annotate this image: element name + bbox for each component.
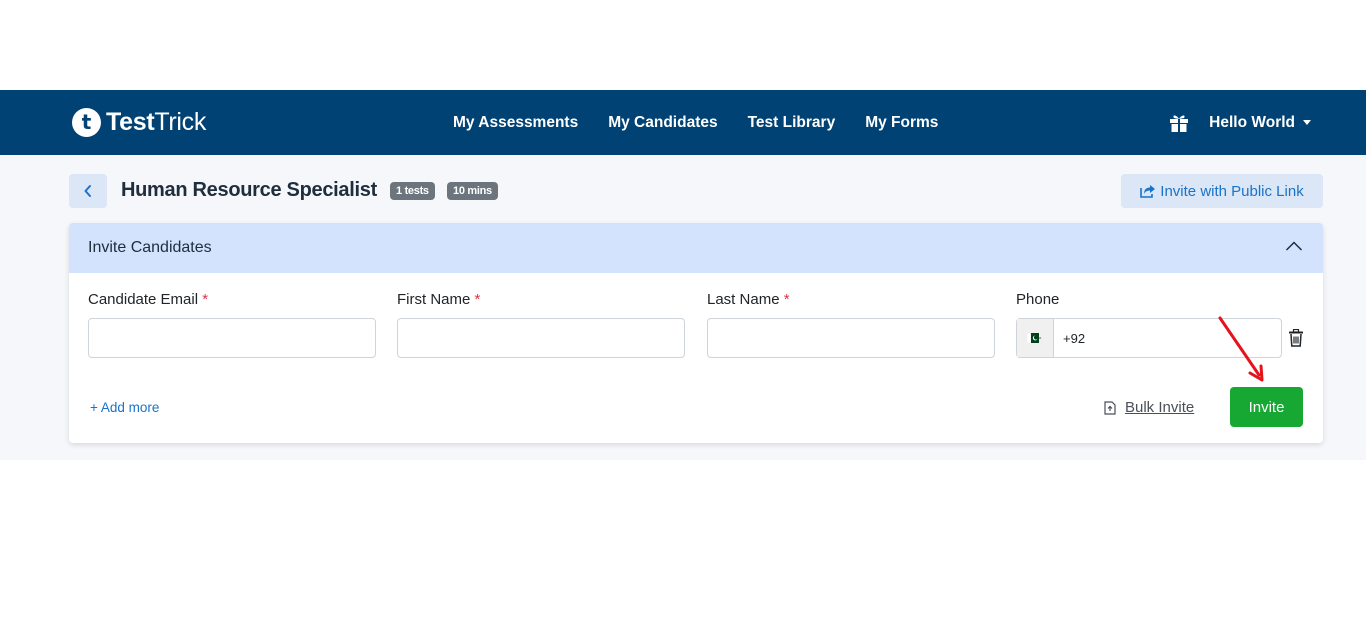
bulk-invite-label: Bulk Invite	[1125, 399, 1195, 416]
pk-flag-icon	[1027, 333, 1042, 343]
nav-my-forms[interactable]: My Forms	[865, 114, 938, 132]
invite-button[interactable]: Invite	[1230, 387, 1303, 427]
invite-public-link-button[interactable]: Invite with Public Link	[1121, 174, 1323, 208]
country-code-select[interactable]	[1017, 319, 1054, 357]
email-label: Candidate Email *	[88, 291, 209, 308]
logo-wordmark: TestTrick	[106, 107, 207, 136]
red-arrow-annotation-icon	[1218, 316, 1264, 382]
nav-right: Hello World	[1169, 90, 1311, 155]
chevron-left-icon	[84, 185, 91, 197]
tests-count-badge: 1 tests	[390, 182, 435, 200]
invite-candidates-card: Invite Candidates Candidate Email * Firs…	[69, 223, 1323, 443]
nav-test-library[interactable]: Test Library	[748, 114, 836, 132]
invite-public-link-label: Invite with Public Link	[1160, 182, 1304, 200]
user-menu-dropdown[interactable]: Hello World	[1209, 114, 1311, 132]
page-title: Human Resource Specialist	[121, 179, 377, 201]
last-name-field[interactable]	[707, 318, 995, 358]
invite-card-header[interactable]: Invite Candidates	[69, 223, 1323, 273]
add-more-link[interactable]: + Add more	[90, 400, 159, 415]
phone-label: Phone	[1016, 291, 1060, 308]
first-name-label: First Name *	[397, 291, 481, 308]
user-name: Hello World	[1209, 113, 1295, 131]
nav-my-assessments[interactable]: My Assessments	[453, 114, 578, 132]
bulk-invite-link[interactable]: Bulk Invite	[1104, 399, 1194, 416]
candidate-email-field[interactable]	[88, 318, 376, 358]
share-external-icon	[1140, 185, 1156, 198]
logo-mark-icon: t	[72, 107, 101, 137]
nav-my-candidates[interactable]: My Candidates	[608, 114, 717, 132]
file-upload-icon	[1104, 400, 1116, 415]
main-nav: My Assessments My Candidates Test Librar…	[453, 90, 968, 155]
testtrick-logo[interactable]: t TestTrick	[72, 107, 206, 137]
invite-card-title: Invite Candidates	[88, 239, 212, 256]
gift-icon[interactable]	[1169, 113, 1189, 133]
chevron-up-icon[interactable]	[1285, 240, 1303, 252]
first-name-field[interactable]	[397, 318, 685, 358]
top-navbar: t TestTrick My Assessments My Candidates…	[0, 90, 1366, 155]
duration-badge: 10 mins	[447, 182, 498, 200]
main-content: Human Resource Specialist 1 tests 10 min…	[0, 155, 1366, 460]
last-name-label: Last Name *	[707, 291, 790, 308]
back-button[interactable]	[69, 174, 107, 208]
caret-down-icon	[1303, 120, 1311, 125]
trash-icon[interactable]	[1288, 329, 1304, 347]
